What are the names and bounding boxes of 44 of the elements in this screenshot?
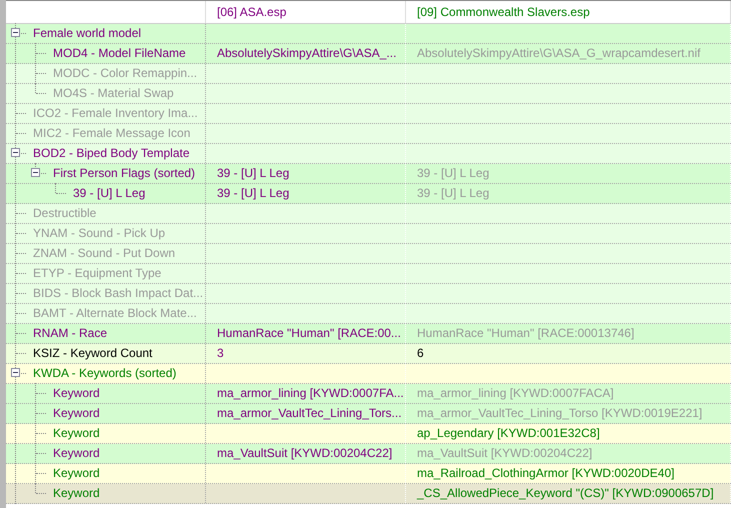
tree-item-label[interactable]: Female world model <box>26 24 142 43</box>
table-cell-text: _CS_AllowedPiece_Keyword "(CS)" [KYWD:0900657D] <box>417 485 714 502</box>
table-cell-text: ma_armor_VaultTec_Lining_Tors... <box>217 405 402 422</box>
table-cell-text: 39 - [U] L Leg <box>417 185 490 202</box>
table-cell-text: ma_armor_lining [KYWD:0007FACA] <box>417 385 614 402</box>
column-header[interactable]: [06] ASA.esp <box>217 1 286 23</box>
tree-item-label[interactable]: First Person Flags (sorted) <box>46 164 196 183</box>
table-cell-text: ma_VaultSuit [KYWD:00204C22] <box>217 445 392 462</box>
table-cell-text: 39 - [U] L Leg <box>417 165 490 182</box>
table-cell-text: ma_VaultSuit [KYWD:00204C22] <box>417 445 592 462</box>
table-cell-text: AbsolutelySkimpyAttire\G\ASA_G_wrapcamdesert.nif <box>417 45 700 62</box>
table-cell-text: ap_Legendary [KYWD:001E32C8] <box>417 425 600 442</box>
collapse-button[interactable] <box>31 168 40 177</box>
table-cell-text: ma_Railroad_ClothingArmor [KYWD:0020DE40] <box>417 465 674 482</box>
tree-item-label[interactable]: ZNAM - Sound - Put Down <box>26 244 176 263</box>
tree-item-label[interactable]: Keyword <box>46 464 100 483</box>
collapse-button[interactable] <box>11 368 20 377</box>
table-cell-text: 6 <box>417 345 424 362</box>
tree-item-label[interactable]: YNAM - Sound - Pick Up <box>26 224 166 243</box>
column-header[interactable]: [09] Commonwealth Slavers.esp <box>417 1 590 23</box>
table-cell-text: 39 - [U] L Leg <box>217 185 290 202</box>
tree-item-label[interactable]: Keyword <box>46 404 100 423</box>
tree-item-label[interactable]: Keyword <box>46 484 100 503</box>
tree-item-label[interactable]: MOD4 - Model FileName <box>46 44 186 63</box>
table-cell-text: HumanRace "Human" [RACE:00... <box>217 325 401 342</box>
collapse-button[interactable] <box>11 148 20 157</box>
tree-item-label[interactable]: KWDA - Keywords (sorted) <box>26 364 176 383</box>
table-cell-text: 39 - [U] L Leg <box>217 165 290 182</box>
collapse-button[interactable] <box>11 28 20 37</box>
tree-item-label[interactable]: Keyword <box>46 424 100 443</box>
tree-item-label[interactable]: Destructible <box>26 204 96 223</box>
table-cell-text: 3 <box>217 345 224 362</box>
tree-item-label[interactable]: KSIZ - Keyword Count <box>26 344 152 363</box>
tree-item-label[interactable]: Keyword <box>46 444 100 463</box>
table-cell-text: ma_armor_lining [KYWD:0007FA... <box>217 385 404 402</box>
tree-item-label[interactable]: ETYP - Equipment Type <box>26 264 162 283</box>
tree-item-label[interactable]: Keyword <box>46 384 100 403</box>
tree-item-label[interactable]: MODC - Color Remappin... <box>46 64 198 83</box>
tree-item-label[interactable]: RNAM - Race <box>26 324 108 343</box>
tree-item-label[interactable]: MO4S - Material Swap <box>46 84 174 103</box>
tree-item-label[interactable]: 39 - [U] L Leg <box>66 184 146 203</box>
table-cell-text: AbsolutelySkimpyAttire\G\ASA_... <box>217 45 396 62</box>
table-cell-text: HumanRace "Human" [RACE:00013746] <box>417 325 634 342</box>
table-cell-text: ma_armor_VaultTec_Lining_Torso [KYWD:0019E221] <box>417 405 702 422</box>
